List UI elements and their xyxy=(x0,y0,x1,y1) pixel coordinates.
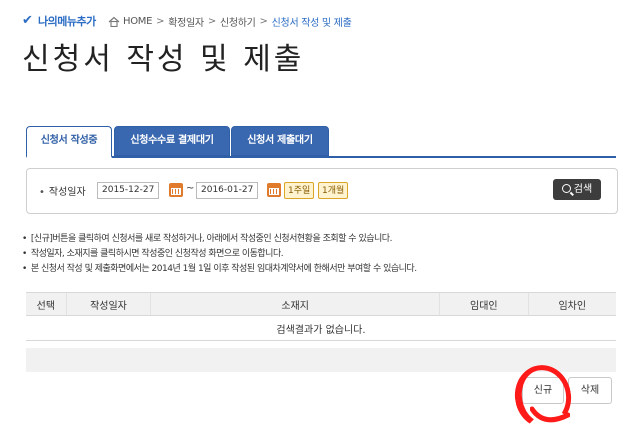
tab-payment-pending[interactable]: 신청수수료 결제대기 xyxy=(114,126,230,156)
breadcrumb-separator: > xyxy=(259,15,268,27)
col-address: 소재지 xyxy=(150,292,440,316)
date-to-input[interactable] xyxy=(196,182,258,199)
breadcrumb-current: 신청서 작성 및 제출 xyxy=(271,17,352,29)
search-icon xyxy=(561,184,571,193)
add-my-menu[interactable]: ✔ 나의메뉴추가 xyxy=(22,13,96,29)
col-landlord: 임대인 xyxy=(439,292,529,316)
breadcrumb-home[interactable]: HOME xyxy=(123,16,152,27)
calendar-icon[interactable] xyxy=(169,183,183,197)
checkmark-icon: ✔ xyxy=(22,13,33,28)
quick-1-week-button[interactable]: 1주일 xyxy=(284,182,315,199)
tab-submit-pending[interactable]: 신청서 제출대기 xyxy=(231,126,329,156)
date-label-text: 작성일자 xyxy=(48,187,86,198)
tab-in-progress[interactable]: 신청서 작성중 xyxy=(26,126,112,158)
add-my-menu-label: 나의메뉴추가 xyxy=(38,15,96,28)
breadcrumb-separator: > xyxy=(156,15,165,27)
empty-result-message: 검색결과가 없습니다. xyxy=(26,315,616,341)
note-item: • 본 신청서 작성 및 제출화면에서는 2014년 1월 1일 이후 작성된 임… xyxy=(22,264,417,274)
calendar-icon[interactable] xyxy=(267,183,281,197)
breadcrumb-separator: > xyxy=(207,15,216,27)
search-panel: •작성일자 ~ 1주일 1개월 검색 xyxy=(26,168,618,214)
results-table: 선택 작성일자 소재지 임대인 임차인 검색결과가 없습니다. xyxy=(26,292,616,341)
note-item: • [신규]버튼을 클릭하여 신청서를 새로 작성하거나, 아래에서 작성중인 신… xyxy=(22,234,392,244)
date-from-input[interactable] xyxy=(97,182,159,199)
page-title: 신청서 작성 및 제출 xyxy=(22,42,305,77)
col-select: 선택 xyxy=(26,292,67,316)
delete-button[interactable]: 삭제 xyxy=(568,377,612,404)
note-item: • 작성일자, 소재지를 클릭하시면 작성중인 신청작성 화면으로 이동합니다. xyxy=(22,249,284,259)
home-icon xyxy=(108,16,120,27)
table-row: 검색결과가 없습니다. xyxy=(26,315,616,341)
date-range-separator: ~ xyxy=(186,183,195,194)
tab-bar: 신청서 작성중 신청수수료 결제대기 신청서 제출대기 xyxy=(26,126,616,158)
quick-1-month-button[interactable]: 1개월 xyxy=(318,182,349,199)
date-label: • 작성일자 xyxy=(39,183,86,198)
col-tenant: 임차인 xyxy=(527,292,616,316)
breadcrumb: HOME > 확정일자 > 신청하기 > 신청서 작성 및 제출 xyxy=(108,13,352,29)
bullet: • xyxy=(39,187,45,198)
search-button[interactable]: 검색 xyxy=(553,179,601,200)
search-button-label: 검색 xyxy=(573,184,593,195)
guide-notes: • [신규]버튼을 클릭하여 신청서를 새로 작성하거나, 아래에서 작성중인 신… xyxy=(22,232,622,277)
breadcrumb-confirmed-date[interactable]: 확정일자 xyxy=(168,14,204,29)
red-annotation-scribble xyxy=(530,406,570,423)
table-header-row: 선택 작성일자 소재지 임대인 임차인 xyxy=(26,292,616,316)
breadcrumb-apply[interactable]: 신청하기 xyxy=(220,14,256,29)
col-created-date: 작성일자 xyxy=(65,292,151,316)
